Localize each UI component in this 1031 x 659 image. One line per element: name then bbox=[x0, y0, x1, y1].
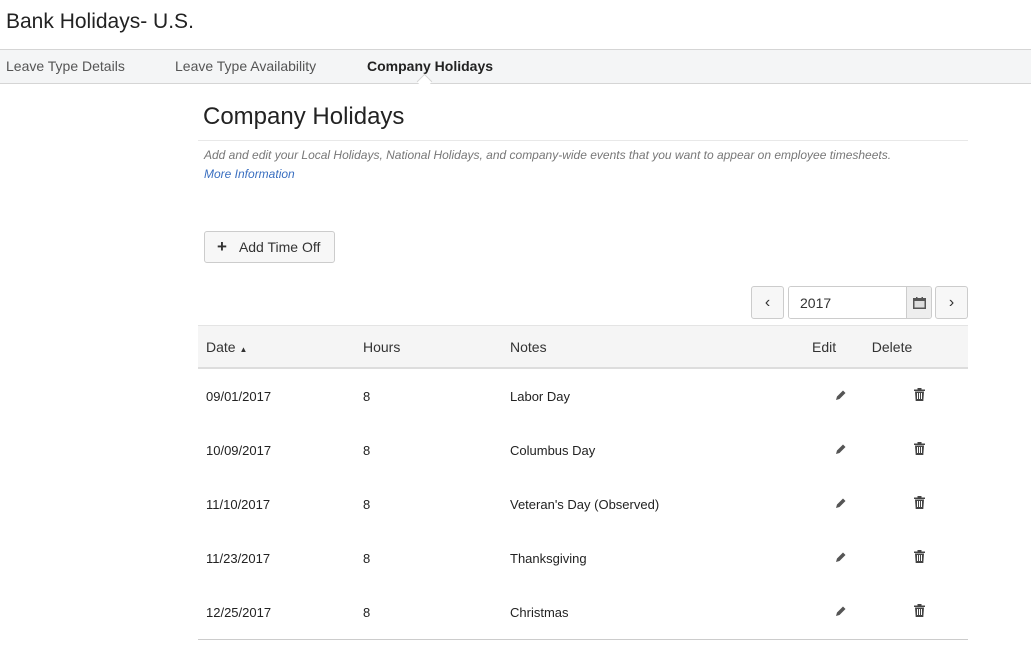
table-row: 09/01/2017 8 Labor Day bbox=[198, 368, 968, 423]
table-row: 11/10/2017 8 Veteran's Day (Observed) bbox=[198, 477, 968, 531]
edit-pencil-icon[interactable] bbox=[835, 389, 847, 404]
column-header-notes: Notes bbox=[509, 325, 811, 369]
column-header-date[interactable]: Date ▲ bbox=[198, 325, 362, 369]
tab-leave-type-details[interactable]: Leave Type Details bbox=[6, 58, 125, 74]
notes-cell: Columbus Day bbox=[510, 442, 596, 458]
holidays-table: Date ▲ Hours Notes Edit Delete 09/01/201… bbox=[198, 325, 968, 640]
date-cell: 10/09/2017 bbox=[206, 442, 272, 458]
hours-cell: 8 bbox=[362, 585, 509, 640]
column-header-edit: Edit bbox=[811, 325, 871, 369]
next-year-button[interactable]: › bbox=[935, 286, 968, 319]
divider bbox=[198, 140, 968, 141]
delete-trash-icon[interactable] bbox=[913, 496, 925, 512]
page-title: Bank Holidays- U.S. bbox=[6, 10, 194, 33]
delete-trash-icon[interactable] bbox=[913, 442, 925, 458]
section-description: Add and edit your Local Holidays, Nation… bbox=[204, 148, 892, 162]
notes-cell: Labor Day bbox=[510, 388, 570, 404]
edit-pencil-icon[interactable] bbox=[835, 551, 847, 566]
calendar-icon bbox=[912, 296, 926, 309]
tab-leave-type-availability[interactable]: Leave Type Availability bbox=[175, 58, 316, 74]
date-cell: 11/10/2017 bbox=[206, 496, 271, 512]
notes-cell: Veteran's Day (Observed) bbox=[510, 496, 660, 512]
chevron-right-icon: › bbox=[948, 293, 955, 311]
table-row: 10/09/2017 8 Columbus Day bbox=[198, 423, 968, 477]
plus-icon: + bbox=[217, 237, 227, 256]
date-cell: 09/01/2017 bbox=[206, 388, 272, 404]
year-picker bbox=[788, 286, 932, 319]
hours-cell: 8 bbox=[363, 388, 371, 404]
table-row: 12/25/2017 8 Christmas bbox=[198, 585, 968, 640]
notes-cell: Christmas bbox=[509, 585, 811, 640]
notes-cell: Thanksgiving bbox=[510, 550, 587, 566]
tab-company-holidays[interactable]: Company Holidays bbox=[367, 58, 493, 74]
table-row: 11/23/2017 8 Thanksgiving bbox=[198, 531, 968, 585]
more-information-link[interactable]: More Information bbox=[204, 167, 295, 181]
calendar-button[interactable] bbox=[906, 287, 931, 318]
sort-ascending-icon: ▲ bbox=[239, 344, 248, 354]
tab-bar: Leave Type Details Leave Type Availabili… bbox=[0, 49, 1031, 84]
delete-trash-icon[interactable] bbox=[913, 550, 925, 566]
add-time-off-button[interactable]: + Add Time Off bbox=[204, 231, 335, 263]
previous-year-button[interactable]: ‹ bbox=[751, 286, 784, 319]
year-input[interactable] bbox=[789, 287, 906, 318]
column-header-delete: Delete bbox=[870, 325, 968, 369]
edit-pencil-icon[interactable] bbox=[835, 605, 847, 620]
hours-cell: 8 bbox=[363, 496, 371, 512]
chevron-left-icon: ‹ bbox=[764, 293, 771, 311]
add-time-off-label: Add Time Off bbox=[238, 239, 321, 255]
date-cell: 11/23/2017 bbox=[206, 550, 271, 566]
delete-trash-icon[interactable] bbox=[913, 388, 925, 404]
date-cell: 12/25/2017 bbox=[198, 585, 362, 640]
section-title: Company Holidays bbox=[203, 103, 405, 130]
hours-cell: 8 bbox=[363, 442, 371, 458]
edit-pencil-icon[interactable] bbox=[835, 497, 847, 512]
edit-pencil-icon[interactable] bbox=[835, 443, 847, 458]
hours-cell: 8 bbox=[363, 550, 371, 566]
column-header-hours: Hours bbox=[362, 325, 509, 369]
delete-trash-icon[interactable] bbox=[913, 604, 925, 620]
